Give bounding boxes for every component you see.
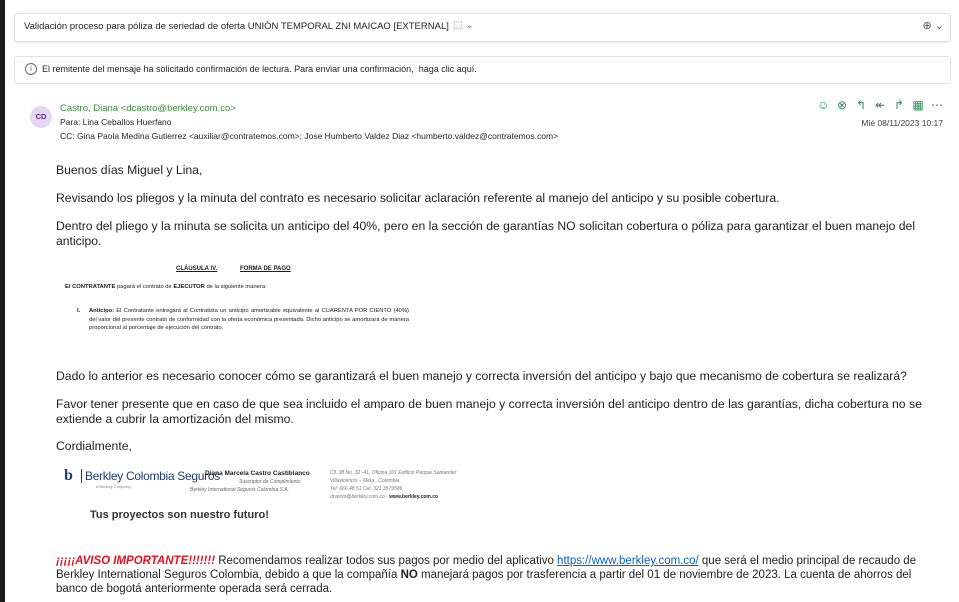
info-icon: i (25, 63, 37, 75)
notice-text-1: Recomendamos realizar todos sus pagos po… (215, 555, 558, 567)
message-actions: ☺ ⊗ ↰ ↞ ↱ ▦ ⋯ (817, 98, 943, 112)
avatar[interactable]: CD (30, 106, 52, 128)
window-left-edge (0, 0, 5, 602)
subject-bar: Validación proceso para póliza de seried… (14, 13, 951, 42)
signer-name: Diana Marcela Castro Castiblanco (205, 470, 310, 477)
intro-text-2: de la siguiente manera: (204, 284, 267, 290)
important-notice: ¡¡¡¡¡AVISO IMPORTANTE!!!!!!! Recomendamo… (56, 554, 940, 596)
reply-icon[interactable]: ↰ (855, 98, 867, 112)
read-receipt-text: El remitente del mensaje ha solicitado c… (42, 64, 477, 74)
zoom-icon[interactable]: ⊕ ⌄ (923, 19, 945, 32)
item-text: Anticipo: El Contratante entregará al Co… (89, 307, 409, 333)
email-subject: Validación proceso para póliza de seried… (24, 21, 449, 32)
notice-warning: ¡¡¡¡¡AVISO IMPORTANTE!!!!!!! (56, 555, 216, 567)
recipients-to: Para: Lina Ceballos Huerfano (60, 117, 172, 127)
clause-name: FORMA DE PAGO (240, 266, 291, 272)
logo-divider (81, 469, 82, 483)
forward-icon[interactable]: ↱ (893, 98, 905, 112)
paragraph-1: Revisando los pliegos y la minuta del co… (56, 191, 780, 205)
logo-subtitle: a Berkley Company (96, 484, 131, 489)
clause-number: CLÁUSULA IV. (176, 266, 218, 272)
closing: Cordialmente, (56, 439, 132, 453)
message-date: Mié 08/11/2023 10:17 (861, 118, 943, 128)
intro-party: El CONTRATANTE (65, 284, 116, 290)
berkley-app-link[interactable]: https://www.berkley.com.co/ (557, 555, 699, 567)
logo-text: Berkley Colombia Seguros (85, 469, 220, 483)
signer-city: Villavicencio – Meta , Colombia (330, 478, 400, 484)
signer-contact: dcastro@berkley.com.co - www.berkley.com… (330, 494, 438, 500)
signature-tagline: Tus proyectos son nuestro futuro! (90, 509, 269, 521)
paragraph-4-line-2: extiende a cubrir la amortización del mi… (56, 412, 294, 426)
signer-email[interactable]: dcastro@berkley.com.co - (330, 494, 389, 500)
more-icon[interactable]: ⋯ (931, 98, 943, 112)
contract-excerpt-image: CLÁUSULA IV. FORMA DE PAGO El CONTRATANT… (64, 262, 409, 346)
berkley-logo: b Berkley Colombia Seguros (64, 468, 220, 484)
item-number: I. (77, 308, 81, 314)
greeting: Buenos días Miguel y Lina, (56, 163, 203, 177)
reply-all-icon[interactable]: ↞ (874, 98, 886, 112)
notice-bold: NO (400, 569, 418, 581)
item-body: El Contratante entregará al Contratista … (89, 308, 409, 332)
berkley-b-icon: b (64, 467, 73, 484)
loop-icon[interactable]: ⊗ (836, 98, 848, 112)
signer-role: Suscriptor de Cumplimiento (239, 479, 301, 485)
paragraph-2-line-1: Dentro del pliego y la minuta se solicit… (56, 219, 916, 233)
tag-icon[interactable]: ⬚ ⌄ (453, 20, 474, 31)
paragraph-4-line-1: Favor tener presente que en caso de que … (56, 397, 922, 411)
read-receipt-bar: i El remitente del mensaje ha solicitado… (14, 56, 951, 84)
signer-website[interactable]: www.berkley.com.co (389, 494, 438, 500)
recipients-cc: CC: Gina Paola Medina Gutierrez <auxilia… (60, 131, 559, 141)
clause-intro: El CONTRATANTE pagará el contrato de EJE… (65, 284, 267, 290)
signer-address: Cll. 38 No. 32 -41, Oficina 101 Edificio… (330, 470, 457, 476)
sender[interactable]: Castro, Diana <dcastro@berkley.com.co> (60, 103, 236, 114)
apps-icon[interactable]: ▦ (912, 98, 924, 112)
send-receipt-link[interactable]: haga clic aquí. (419, 64, 477, 74)
item-label: Anticipo: (89, 308, 115, 314)
intro-text-1: pagará el contrato de (115, 284, 174, 290)
intro-contractor: EJECUTOR (173, 284, 205, 290)
paragraph-3: Dado lo anterior es necesario conocer có… (56, 369, 907, 383)
paragraph-2-line-2: anticipo. (56, 234, 102, 248)
logo-brand: Berkley (85, 469, 123, 483)
read-receipt-message: El remitente del mensaje ha solicitado c… (42, 64, 414, 74)
signer-phone: Tel: 666 48 51 Cel: 321 3579586 (330, 486, 403, 492)
message-header: CD Castro, Diana <dcastro@berkley.com.co… (14, 95, 949, 153)
signer-company: Berkley International Seguros Colombia S… (190, 487, 289, 493)
emoji-icon[interactable]: ☺ (817, 98, 829, 112)
